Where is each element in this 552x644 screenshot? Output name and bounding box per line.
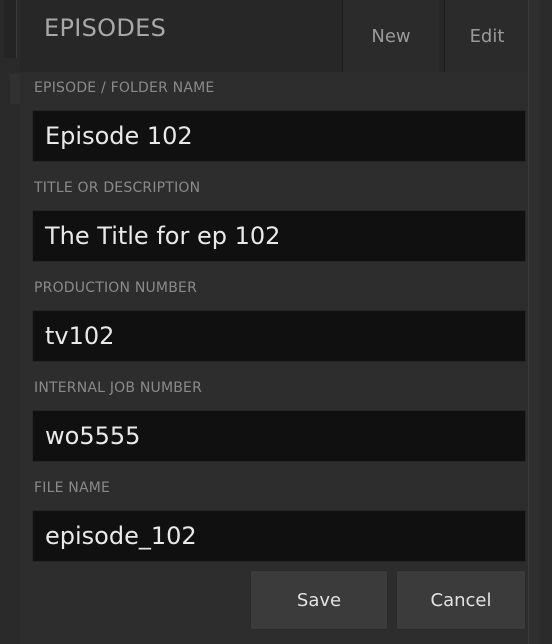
episode-folder-name-label: EPISODE / FOLDER NAME: [34, 80, 215, 96]
production-number-field[interactable]: tv102: [32, 310, 526, 362]
file-name-field[interactable]: episode_102: [32, 510, 526, 562]
internal-job-number-field[interactable]: wo5555: [32, 410, 526, 462]
panel-title: EPISODES: [44, 14, 167, 42]
sidebar-tab[interactable]: [4, 0, 17, 58]
episode-folder-name-field[interactable]: Episode 102: [32, 110, 526, 162]
right-edge: [528, 0, 552, 644]
edit-button[interactable]: Edit: [444, 0, 529, 72]
sidebar-notch: [10, 74, 20, 104]
file-name-label: FILE NAME: [34, 480, 111, 496]
scrollbar-track[interactable]: [528, 0, 539, 644]
internal-job-number-label: INTERNAL JOB NUMBER: [34, 380, 203, 396]
cancel-button[interactable]: Cancel: [396, 570, 526, 630]
left-sidebar-edge: [0, 0, 20, 644]
app-root: EPISODES New Edit EPISODE / FOLDER NAME …: [0, 0, 552, 644]
production-number-label: PRODUCTION NUMBER: [34, 280, 197, 296]
panel-header: EPISODES New Edit: [20, 0, 529, 72]
episodes-panel: EPISODES New Edit EPISODE / FOLDER NAME …: [20, 0, 529, 644]
title-description-label: TITLE OR DESCRIPTION: [34, 180, 201, 196]
save-button[interactable]: Save: [250, 570, 388, 630]
new-button[interactable]: New: [342, 0, 439, 72]
title-description-field[interactable]: The Title for ep 102: [32, 210, 526, 262]
